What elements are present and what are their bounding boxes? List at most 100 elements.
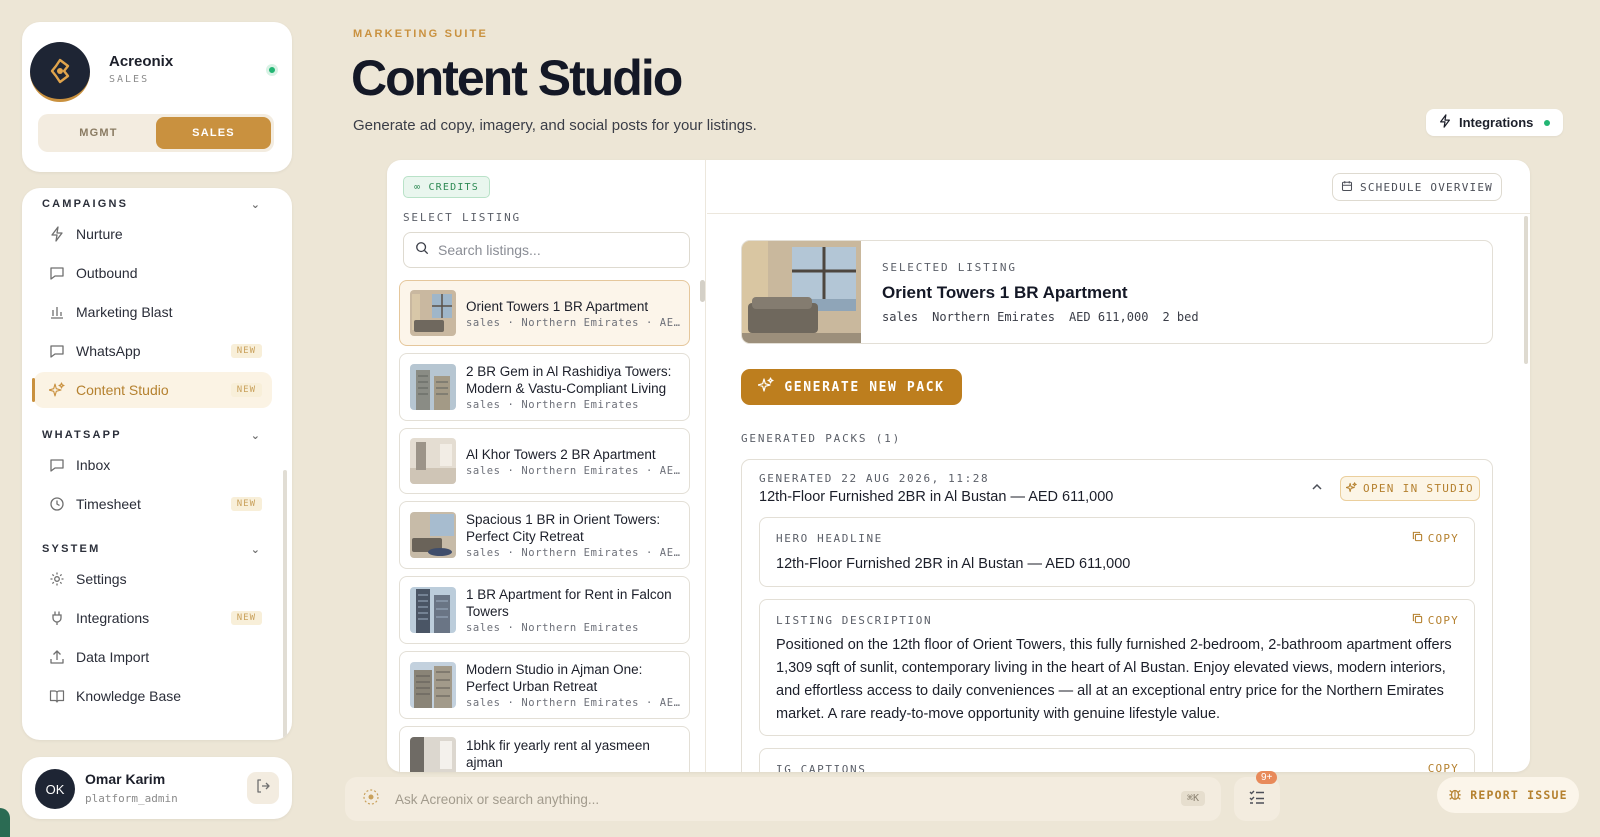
sparkle-icon [1345, 481, 1357, 496]
listing-thumbnail [410, 364, 456, 410]
selected-listing-card: SELECTED LISTING Orient Towers 1 BR Apar… [741, 240, 1493, 344]
studio-workspace: SCHEDULE OVERVIEW SELECTED LISTING Orien… [707, 160, 1530, 772]
integrations-button[interactable]: Integrations [1426, 109, 1563, 136]
workspace-scrollbar[interactable] [1524, 216, 1528, 364]
nav-section-system[interactable]: SYSTEM ⌄ [42, 541, 260, 557]
listing-meta: sales · Northern Emirates · AED 611,000 [466, 316, 686, 329]
copy-button[interactable]: COPY [1412, 531, 1459, 545]
section-label: IG CAPTIONS [776, 763, 867, 772]
sidebar-item-inbox[interactable]: Inbox [34, 447, 272, 483]
listing-thumbnail [410, 587, 456, 633]
generate-new-pack-button[interactable]: GENERATE NEW PACK [741, 369, 962, 405]
selected-listing-meta: sales Northern Emirates AED 611,000 2 be… [882, 310, 1199, 324]
ask-bar: ⌘K [345, 777, 1221, 821]
sidebar-item-timesheet[interactable]: Timesheet NEW [34, 486, 272, 522]
listing-item[interactable]: Al Khor Towers 2 BR Apartment sales · No… [399, 428, 690, 494]
listing-scrollbar[interactable] [700, 280, 705, 302]
listing-beds: 2 bed [1162, 310, 1199, 324]
bug-icon [1448, 787, 1462, 804]
nav-section-whatsapp[interactable]: WHATSAPP ⌄ [42, 427, 260, 443]
report-issue-label: REPORT ISSUE [1470, 788, 1568, 802]
copy-button[interactable]: COPY [1412, 613, 1459, 627]
generated-packs-label: GENERATED PACKS (1) [741, 432, 902, 445]
chevron-down-icon: ⌄ [250, 429, 260, 442]
report-issue-button[interactable]: REPORT ISSUE [1437, 777, 1579, 813]
sidebar-item-whatsapp[interactable]: WhatsApp NEW [34, 333, 272, 369]
chevron-up-icon[interactable] [1311, 481, 1323, 496]
sidebar-item-label: Outbound [76, 265, 138, 281]
checklist-icon [1248, 788, 1266, 811]
nav-section-campaigns[interactable]: CAMPAIGNS ⌄ [42, 196, 260, 212]
page-title: Content Studio [351, 50, 683, 106]
search-input[interactable] [438, 242, 678, 258]
search-icon [415, 241, 429, 260]
sidebar-item-content-studio[interactable]: Content Studio NEW [32, 372, 272, 408]
ask-input[interactable] [395, 791, 1155, 807]
plug-icon [48, 609, 66, 627]
listing-title: 2 BR Gem in Al Rashidiya Towers: Modern … [466, 364, 672, 396]
listing-meta: sales · Northern Emirates · AED 395,000 [466, 697, 686, 709]
hero-headline-section: HERO HEADLINE COPY 12th-Floor Furnished … [759, 517, 1475, 587]
avatar[interactable]: OK [35, 769, 75, 809]
copy-icon [1412, 613, 1423, 627]
listing-thumbnail [410, 512, 456, 558]
gear-icon [48, 570, 66, 588]
sidebar-item-nurture[interactable]: Nurture [34, 216, 272, 252]
open-in-studio-button[interactable]: OPEN IN STUDIO [1340, 476, 1480, 501]
chat-icon [48, 264, 66, 282]
ig-captions-section: IG CAPTIONS COPY [759, 748, 1475, 772]
mode-mgmt-button[interactable]: MGMT [41, 117, 156, 149]
open-in-studio-label: OPEN IN STUDIO [1363, 482, 1474, 495]
sidebar-item-label: Nurture [76, 226, 123, 242]
sidebar-item-data-import[interactable]: Data Import [34, 639, 272, 675]
nav-section-title: SYSTEM [42, 543, 101, 555]
listing-meta: sales · Northern Emirates · AED 485,000 [466, 464, 686, 477]
page-subtitle: Generate ad copy, imagery, and social po… [353, 117, 757, 134]
copy-button[interactable]: COPY [1428, 762, 1459, 772]
chevron-down-icon: ⌄ [250, 198, 260, 211]
sidebar-scrollbar[interactable] [283, 470, 287, 738]
listing-item[interactable]: 1bhk fir yearly rent al yasmeen ajman [399, 726, 690, 772]
sidebar-item-settings[interactable]: Settings [34, 561, 272, 597]
section-body: Positioned on the 12th floor of Orient T… [776, 637, 1452, 722]
upload-icon [48, 648, 66, 666]
logout-icon [255, 778, 271, 799]
listing-thumbnail [410, 737, 456, 772]
nav-section-title: CAMPAIGNS [42, 198, 129, 210]
listing-item[interactable]: 1 BR Apartment for Rent in Falcon Towers… [399, 576, 690, 644]
listing-purpose: sales [882, 310, 919, 324]
selected-listing-label: SELECTED LISTING [882, 261, 1017, 274]
sidebar-item-knowledge-base[interactable]: Knowledge Base [34, 678, 272, 714]
credits-chip: ∞ CREDITS [403, 176, 490, 198]
listing-item[interactable]: 2 BR Gem in Al Rashidiya Towers: Modern … [399, 353, 690, 421]
listing-item[interactable]: Spacious 1 BR in Orient Towers: Perfect … [399, 501, 690, 569]
chevron-down-icon: ⌄ [250, 543, 260, 556]
listing-region: Northern Emirates [932, 310, 1055, 324]
page-eyebrow: MARKETING SUITE [353, 28, 489, 40]
selected-listing-image [742, 241, 861, 343]
copy-label: COPY [1427, 613, 1459, 627]
selected-listing-title: Orient Towers 1 BR Apartment [882, 283, 1128, 302]
logout-button[interactable] [247, 772, 279, 804]
listing-item[interactable]: Orient Towers 1 BR Apartment sales · Nor… [399, 280, 690, 346]
sidebar-item-outbound[interactable]: Outbound [34, 255, 272, 291]
nav-section-title: WHATSAPP [42, 429, 122, 441]
sidebar-item-integrations[interactable]: Integrations NEW [34, 600, 272, 636]
workspace-header: SCHEDULE OVERVIEW [707, 160, 1530, 214]
new-badge: NEW [230, 383, 262, 397]
bolt-icon [48, 225, 66, 243]
mode-sales-button[interactable]: SALES [156, 117, 271, 149]
listing-meta: sales · Northern Emirates [466, 622, 640, 634]
sparkle-icon [757, 377, 774, 397]
listing-title: Modern Studio in Ajman One: Perfect Urba… [466, 662, 643, 694]
tasks-button[interactable] [1234, 777, 1280, 821]
online-status-dot [266, 64, 278, 76]
sparkle-icon [48, 381, 66, 399]
sidebar-item-marketing-blast[interactable]: Marketing Blast [34, 294, 272, 330]
mode-toggle: MGMT SALES [38, 114, 274, 152]
sidebar-item-label: Integrations [76, 610, 150, 626]
listing-picker: ∞ CREDITS SELECT LISTING Orient Towers 1… [387, 160, 706, 772]
schedule-overview-button[interactable]: SCHEDULE OVERVIEW [1332, 173, 1502, 201]
corner-accent [0, 808, 10, 837]
listing-item[interactable]: Modern Studio in Ajman One: Perfect Urba… [399, 651, 690, 719]
